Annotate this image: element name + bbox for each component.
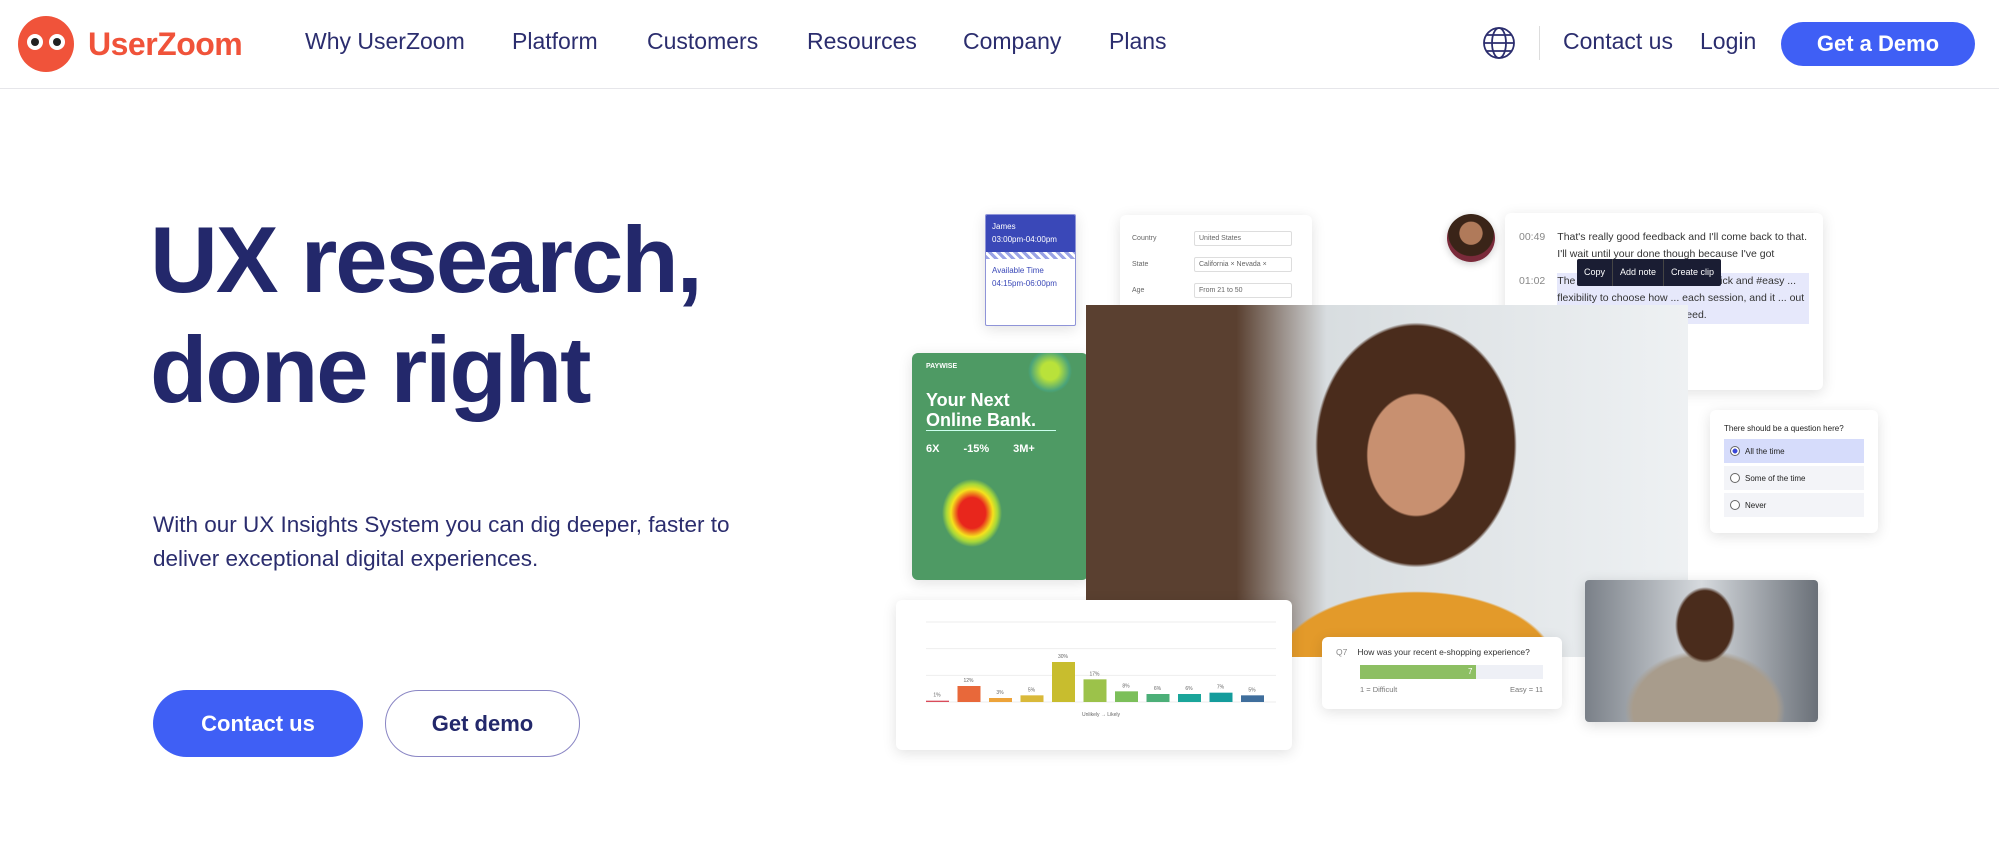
bar <box>1178 694 1201 702</box>
nav-why-userzoom[interactable]: Why UserZoom <box>305 28 465 55</box>
rating-high-label: Easy = 11 <box>1509 685 1543 694</box>
rating-question: How was your recent e-shopping experienc… <box>1357 647 1530 657</box>
bar-chart: 1% 12% 3% 5% 30% 17% 8% 6% 6% 7% 5% Unlikely → Like… <box>926 621 1276 718</box>
nav-login[interactable]: Login <box>1700 28 1756 55</box>
form-label: State <box>1132 260 1149 268</box>
bar <box>926 700 949 702</box>
copy-menu-item[interactable]: Copy <box>1577 259 1614 286</box>
available-time: 04:15pm-06:00pm <box>992 279 1057 288</box>
bar <box>957 686 981 702</box>
nav-plans[interactable]: Plans <box>1109 28 1167 55</box>
radio-option[interactable]: Never <box>1724 493 1864 517</box>
bar <box>989 698 1012 702</box>
hero-title: UX research, done right <box>150 207 703 422</box>
radio-option[interactable]: All the time <box>1724 439 1864 463</box>
available-label: Available Time <box>992 266 1044 275</box>
form-field[interactable]: California × Nevada × <box>1194 256 1292 272</box>
stat: -15% <box>963 443 990 455</box>
rating-low-label: 1 = Difficult <box>1360 685 1398 694</box>
bar <box>1209 692 1233 702</box>
bar <box>1146 694 1170 702</box>
bar <box>1083 679 1107 702</box>
bar-label: 12% <box>963 678 974 684</box>
bar-label: 17% <box>1089 671 1100 677</box>
radio-option[interactable]: Some of the time <box>1724 466 1864 490</box>
option-label: All the time <box>1745 446 1785 456</box>
bar-label: 5% <box>1028 687 1036 693</box>
rating-slider[interactable]: 7 <box>1360 665 1543 679</box>
globe-icon[interactable] <box>1482 26 1516 60</box>
form-label: Country <box>1132 234 1157 242</box>
question-card: There should be a question here? All the… <box>1710 410 1878 533</box>
question-title: There should be a question here? <box>1724 424 1844 433</box>
calendar-card: James 03:00pm-04:00pm Available Time 04:15… <box>985 214 1076 326</box>
bar-label: 1% <box>933 693 941 699</box>
get-demo-button[interactable]: Get demo <box>385 690 580 757</box>
form-field[interactable]: From 21 to 50 <box>1194 282 1292 298</box>
nav-customers[interactable]: Customers <box>647 28 758 55</box>
nav-contact-us[interactable]: Contact us <box>1563 28 1673 55</box>
bar-label: 8% <box>1122 683 1130 689</box>
heatmap-card: PAYWISE Your Next Online Bank. 6X -15% 3M+ <box>912 353 1088 580</box>
radio-icon <box>1730 446 1740 456</box>
heatmap-brand: PAYWISE <box>926 363 958 370</box>
form-field[interactable]: United States <box>1194 230 1292 246</box>
participant-avatar <box>1447 214 1495 262</box>
bar-label: 6% <box>1185 686 1193 692</box>
option-label: Some of the time <box>1745 473 1806 483</box>
bar-label: 30% <box>1058 654 1069 660</box>
participant-photo <box>1585 580 1818 722</box>
stat: 3M+ <box>1013 443 1035 455</box>
calendar-name: James <box>992 222 1016 231</box>
get-a-demo-button[interactable]: Get a Demo <box>1781 22 1975 66</box>
radio-icon <box>1730 500 1740 510</box>
option-label: Never <box>1745 500 1767 510</box>
bar <box>1052 662 1075 702</box>
bar <box>1241 695 1264 702</box>
divider <box>1539 26 1540 60</box>
nav-resources[interactable]: Resources <box>807 28 917 55</box>
calendar-slot: 03:00pm-04:00pm <box>992 235 1057 244</box>
timestamp: 00:49 <box>1519 231 1546 243</box>
bar <box>1115 691 1138 702</box>
heatmap-headline: Your Next Online Bank. <box>926 390 1056 431</box>
question-number: Q7 <box>1336 647 1348 657</box>
stat: 6X <box>926 443 940 455</box>
hero-subtitle: With our UX Insights System you can dig … <box>153 512 730 571</box>
bar <box>1020 695 1044 702</box>
add-note-menu-item[interactable]: Add note <box>1613 259 1665 286</box>
bar-label: 7% <box>1217 685 1225 691</box>
bar-label: 6% <box>1154 686 1162 692</box>
site-header: UserZoom Why UserZoom Platform Customers… <box>0 0 1999 89</box>
form-row: Country United States <box>1132 225 1300 251</box>
nav-platform[interactable]: Platform <box>512 28 598 55</box>
form-row: Age From 21 to 50 <box>1132 277 1300 303</box>
contact-us-button[interactable]: Contact us <box>153 690 363 757</box>
form-label: Age <box>1132 286 1145 294</box>
owl-logo-icon <box>18 16 74 72</box>
create-clip-menu-item[interactable]: Create clip <box>1664 259 1721 286</box>
brand-name: UserZoom <box>88 25 243 62</box>
rating-fill: 7 <box>1360 665 1477 679</box>
radio-icon <box>1730 473 1740 483</box>
transcript-line: That's really good feedback and I'll com… <box>1557 231 1808 260</box>
bar-label: 3% <box>996 690 1004 696</box>
form-row: State California × Nevada × <box>1132 251 1300 277</box>
clip-context-menu: Copy Add note Create clip <box>1577 259 1722 286</box>
bar-label: 5% <box>1248 687 1256 693</box>
nav-company[interactable]: Company <box>963 28 1061 55</box>
x-axis-label: Unlikely → Likely <box>1082 712 1121 718</box>
rating-card: Q7 How was your recent e-shopping experie… <box>1322 637 1562 709</box>
bar-chart-card: 1% 12% 3% 5% 30% 17% 8% 6% 6% 7% 5% Unlikely → Like… <box>896 600 1292 750</box>
logo[interactable]: UserZoom <box>18 16 243 72</box>
